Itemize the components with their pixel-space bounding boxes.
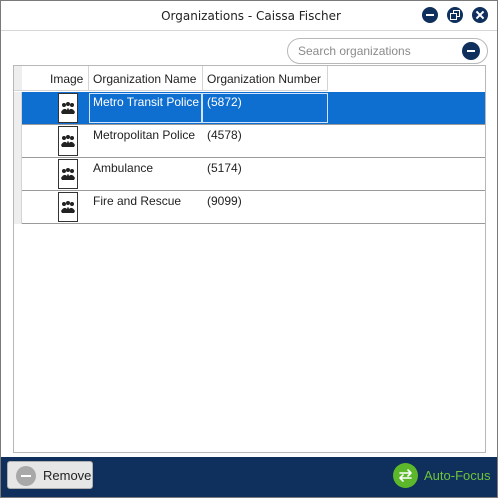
- column-header-image[interactable]: Image: [46, 66, 89, 91]
- organization-name-cell[interactable]: Ambulance: [89, 158, 203, 191]
- minimize-icon: [426, 14, 434, 16]
- close-button[interactable]: [472, 7, 488, 23]
- remove-icon: [16, 466, 36, 486]
- title-bar[interactable]: Organizations - Caissa Fischer: [1, 1, 497, 31]
- table-row[interactable]: Metropolitan Police (4578): [14, 125, 485, 158]
- minus-icon: [467, 50, 475, 52]
- auto-focus-button[interactable]: Auto-Focus: [393, 462, 493, 490]
- row-indicator-header: [22, 66, 47, 91]
- auto-focus-label: Auto-Focus: [424, 468, 491, 483]
- row-header[interactable]: [14, 125, 22, 158]
- organization-number-cell[interactable]: (4578): [203, 125, 328, 158]
- organizations-window: Organizations - Caissa Fischer Image Org…: [0, 0, 498, 498]
- organization-name-cell[interactable]: Metro Transit Police: [89, 92, 203, 125]
- minimize-button[interactable]: [422, 7, 438, 23]
- table-row[interactable]: Ambulance (5174): [14, 158, 485, 191]
- clear-search-button[interactable]: [462, 42, 480, 60]
- column-header-organization-number[interactable]: Organization Number: [203, 66, 328, 91]
- row-header[interactable]: [14, 191, 22, 224]
- organization-number-cell[interactable]: (5872): [203, 92, 328, 125]
- table-row[interactable]: Fire and Rescue (9099): [14, 191, 485, 224]
- search-box: [287, 38, 488, 64]
- row-divider: [22, 223, 485, 224]
- restore-button[interactable]: [447, 7, 463, 23]
- organization-number-cell[interactable]: (5174): [203, 158, 328, 191]
- row-header[interactable]: [14, 158, 22, 191]
- row-header[interactable]: [14, 92, 22, 125]
- organization-icon: [58, 192, 78, 222]
- window-title: Organizations - Caissa Fischer: [161, 9, 341, 23]
- organization-name-cell[interactable]: Metropolitan Police: [89, 125, 203, 158]
- organization-icon: [58, 126, 78, 156]
- organizations-table: Image Organization Name Organization Num…: [13, 65, 486, 453]
- organization-number-cell[interactable]: (9099): [203, 191, 328, 224]
- column-header-organization-name[interactable]: Organization Name: [89, 66, 203, 91]
- organization-name-cell[interactable]: Fire and Rescue: [89, 191, 203, 224]
- remove-button-label: Remove: [43, 468, 92, 483]
- table-row[interactable]: Metro Transit Police (5872): [14, 92, 485, 125]
- swap-arrows-icon: [393, 463, 418, 488]
- search-input[interactable]: [298, 42, 458, 60]
- organization-icon: [58, 159, 78, 189]
- remove-button[interactable]: Remove: [7, 461, 93, 489]
- footer-bar: Remove Auto-Focus: [1, 457, 497, 497]
- organization-icon: [58, 93, 78, 123]
